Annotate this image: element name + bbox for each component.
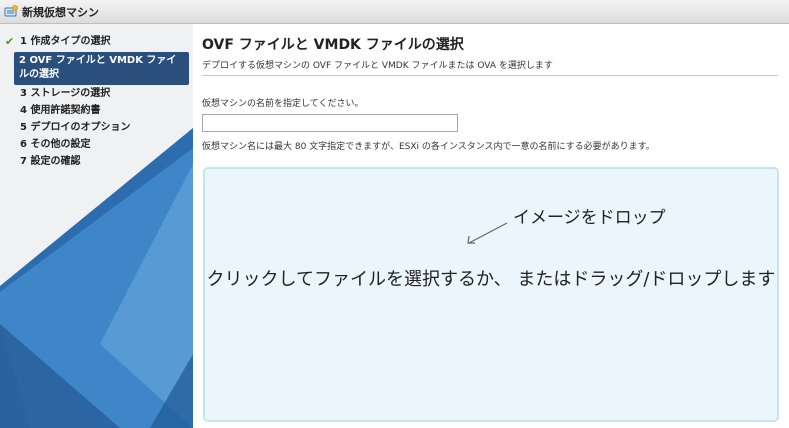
step-review-settings[interactable]: 7 設定の確認	[0, 154, 193, 171]
window-titlebar: 新規仮想マシン	[0, 0, 789, 24]
new-vm-icon	[4, 5, 18, 18]
checkmark-icon: ✔	[5, 35, 15, 48]
step-label: 6 その他の設定	[20, 139, 91, 150]
step-select-storage[interactable]: 3 ストレージの選択	[0, 86, 193, 103]
dropzone-instructions: クリックしてファイルを選択するか、 またはドラッグ/ドロップします	[206, 269, 776, 290]
wizard-steps: ✔ 1 作成タイプの選択 2 OVF ファイルと VMDK ファイルの選択 3 …	[0, 34, 193, 171]
step-label: 2 OVF ファイルと VMDK ファイルの選択	[19, 55, 177, 80]
step-license-agreement[interactable]: 4 使用許諾契約書	[0, 103, 193, 120]
arrow-icon	[467, 222, 508, 244]
step-deployment-options[interactable]: 5 デプロイのオプション	[0, 120, 193, 137]
step-label: 4 使用許諾契約書	[20, 105, 101, 116]
step-label: 5 デプロイのオプション	[20, 122, 131, 133]
page-title: OVF ファイルと VMDK ファイルの選択	[202, 37, 464, 53]
step-label: 1 作成タイプの選択	[20, 36, 111, 47]
page-subtitle: デプロイする仮想マシンの OVF ファイルと VMDK ファイルまたは OVA …	[202, 61, 553, 71]
drop-image-hint: イメージをドロップ	[513, 208, 666, 228]
vm-name-label: 仮想マシンの名前を指定してください。	[202, 99, 364, 109]
step-additional-settings[interactable]: 6 その他の設定	[0, 137, 193, 154]
step-label: 7 設定の確認	[20, 156, 81, 167]
step-label: 3 ストレージの選択	[20, 88, 111, 99]
step-select-ovf-vmdk[interactable]: 2 OVF ファイルと VMDK ファイルの選択	[14, 52, 189, 85]
wizard-sidebar: ✔ 1 作成タイプの選択 2 OVF ファイルと VMDK ファイルの選択 3 …	[0, 24, 193, 428]
wizard-content: OVF ファイルと VMDK ファイルの選択 デプロイする仮想マシンの OVF …	[193, 24, 789, 428]
step-select-creation-type[interactable]: ✔ 1 作成タイプの選択	[0, 34, 193, 51]
file-dropzone[interactable]: イメージをドロップ クリックしてファイルを選択するか、 またはドラッグ/ドロップ…	[203, 167, 779, 422]
window-title: 新規仮想マシン	[22, 5, 99, 19]
vm-name-hint: 仮想マシン名には最大 80 文字指定できますが、ESXi の各インスタンス内で一…	[202, 142, 655, 152]
vm-name-input[interactable]	[202, 114, 458, 132]
title-divider	[202, 75, 778, 76]
